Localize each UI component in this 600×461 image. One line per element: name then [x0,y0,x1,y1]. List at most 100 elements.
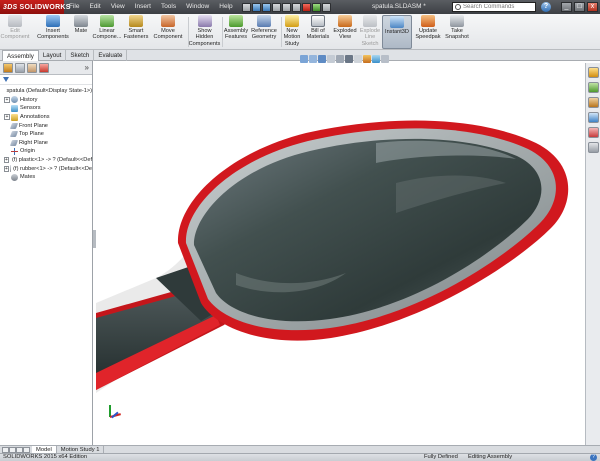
move-component-icon [161,15,175,27]
expand-icon[interactable]: + [4,165,9,172]
tab-assembly[interactable]: Assembly [2,50,39,61]
update-speedpak-button[interactable]: Update Speedpak [414,15,442,41]
menu-bar: File Edit View Insert Tools Window Help [64,0,238,14]
tab-sketch[interactable]: Sketch [66,50,95,61]
assembly-features-button[interactable]: Assembly Features [223,15,249,41]
tree-item-annotations[interactable]: + Annotations [0,113,92,122]
zoom-to-fit-icon[interactable] [300,55,308,63]
new-motion-study-button[interactable]: New Motion Study [281,15,303,47]
bill-of-materials-button[interactable]: Bill of Materials [305,15,331,41]
solidworks-resources-icon[interactable] [588,67,599,78]
tree-item-rubber[interactable]: + (f) rubber<1> -> ? (Default<<De [0,164,92,173]
rebuild-icon[interactable] [301,2,311,12]
tree-item-top-plane[interactable]: Top Plane [0,130,92,139]
design-library-icon[interactable] [588,82,599,93]
menu-insert[interactable]: Insert [130,0,156,14]
menu-help[interactable]: Help [214,0,237,14]
show-hidden-components-button[interactable]: Show Hidden Components [188,15,221,47]
display-manager-tab-icon[interactable] [39,62,49,73]
print-icon[interactable] [271,2,281,12]
apply-scene-icon[interactable] [372,55,380,63]
prev-tab-icon[interactable] [9,446,16,453]
configuration-manager-tab-icon[interactable] [27,62,37,73]
menu-edit[interactable]: Edit [84,0,105,14]
linear-pattern-button[interactable]: Linear Compone... [90,15,124,41]
display-style-icon[interactable] [345,55,353,63]
tree-filter[interactable] [0,75,92,85]
edit-component-button[interactable]: Edit Component [1,15,29,41]
mate-button[interactable]: Mate [72,15,90,34]
view-palette-icon[interactable] [588,112,599,123]
feature-tree-tab-icon[interactable] [3,62,13,73]
smart-fasteners-button[interactable]: Smart Fasteners [122,15,150,41]
edit-component-label: Edit Component [0,28,30,41]
explode-line-sketch-label: Explode Line Sketch [359,28,381,47]
menu-view[interactable]: View [106,0,130,14]
status-help-icon[interactable]: ? [590,454,597,461]
tree-item-front-plane[interactable]: Front Plane [0,121,92,130]
select-icon[interactable] [291,2,301,12]
assembly-features-icon [229,15,243,27]
open-document-icon[interactable] [251,2,261,12]
take-snapshot-button[interactable]: Take Snapshot [442,15,472,41]
insert-components-button[interactable]: Insert Components [33,15,73,41]
first-tab-icon[interactable] [2,446,9,453]
undo-icon[interactable] [281,2,291,12]
explode-line-sketch-button[interactable]: Explode Line Sketch [359,15,381,47]
tree-item-spatula[interactable]: spatula (Default<Display State-1>) [0,87,92,96]
command-manager: Edit Component Insert Components Mate Li… [0,14,600,50]
reference-geometry-button[interactable]: Reference Geometry [249,15,279,41]
zoom-to-area-icon[interactable] [309,55,317,63]
menu-window[interactable]: Window [181,0,214,14]
panel-expand-chevron-icon[interactable]: » [85,63,89,72]
editing-mode: Editing Assembly [468,454,513,460]
window-controls: _ □ x [561,2,598,12]
minimize-button[interactable]: _ [561,2,572,12]
new-document-icon[interactable] [241,2,251,12]
hide-show-items-icon[interactable] [354,55,362,63]
tree-item-right-plane[interactable]: Right Plane [0,139,92,148]
edit-appearance-icon[interactable] [363,55,371,63]
tab-layout[interactable]: Layout [39,50,67,61]
search-input[interactable] [463,3,533,11]
menu-file[interactable]: File [64,0,84,14]
plane-icon [9,122,19,129]
smart-fasteners-label: Smart Fasteners [123,28,149,41]
custom-properties-icon[interactable] [588,142,599,153]
file-explorer-icon[interactable] [588,97,599,108]
explode-line-sketch-icon [363,15,377,27]
tree-item-history[interactable]: + History [0,96,92,105]
insert-components-label: Insert Components [37,28,69,41]
expand-icon[interactable]: + [4,96,10,103]
last-tab-icon[interactable] [23,446,30,453]
move-component-button[interactable]: Move Component [152,15,184,41]
tree-item-label: Front Plane [19,122,48,129]
close-button[interactable]: x [587,2,598,12]
menu-tools[interactable]: Tools [156,0,181,14]
appearances-scenes-icon[interactable] [588,127,599,138]
instant3d-button[interactable]: Instant3D [382,15,412,49]
tab-evaluate[interactable]: Evaluate [94,50,128,61]
tree-item-origin[interactable]: Origin [0,147,92,156]
graphics-area[interactable] [96,63,585,445]
exploded-view-button[interactable]: Exploded View [332,15,358,41]
property-manager-tab-icon[interactable] [15,62,25,73]
expand-icon[interactable]: + [4,157,9,164]
save-icon[interactable] [261,2,271,12]
section-view-icon[interactable] [327,55,335,63]
view-orientation-icon[interactable] [336,55,344,63]
help-icon[interactable]: ? [541,2,551,12]
next-tab-icon[interactable] [16,446,23,453]
options-icon[interactable] [321,2,331,12]
view-settings-icon[interactable] [381,55,389,63]
solidworks-logo[interactable]: 3DS SOLIDWORKS [0,0,70,14]
tree-item-plastic[interactable]: + (f) plastic<1> -> ? (Default<<Def [0,156,92,165]
file-properties-icon[interactable] [311,2,321,12]
tree-item-mates[interactable]: Mates [0,173,92,182]
restore-button[interactable]: □ [574,2,585,12]
spatula-model[interactable] [96,63,585,445]
tree-item-sensors[interactable]: Sensors [0,104,92,113]
search-commands[interactable] [452,2,536,12]
previous-view-icon[interactable] [318,55,326,63]
expand-icon[interactable]: + [4,114,10,121]
